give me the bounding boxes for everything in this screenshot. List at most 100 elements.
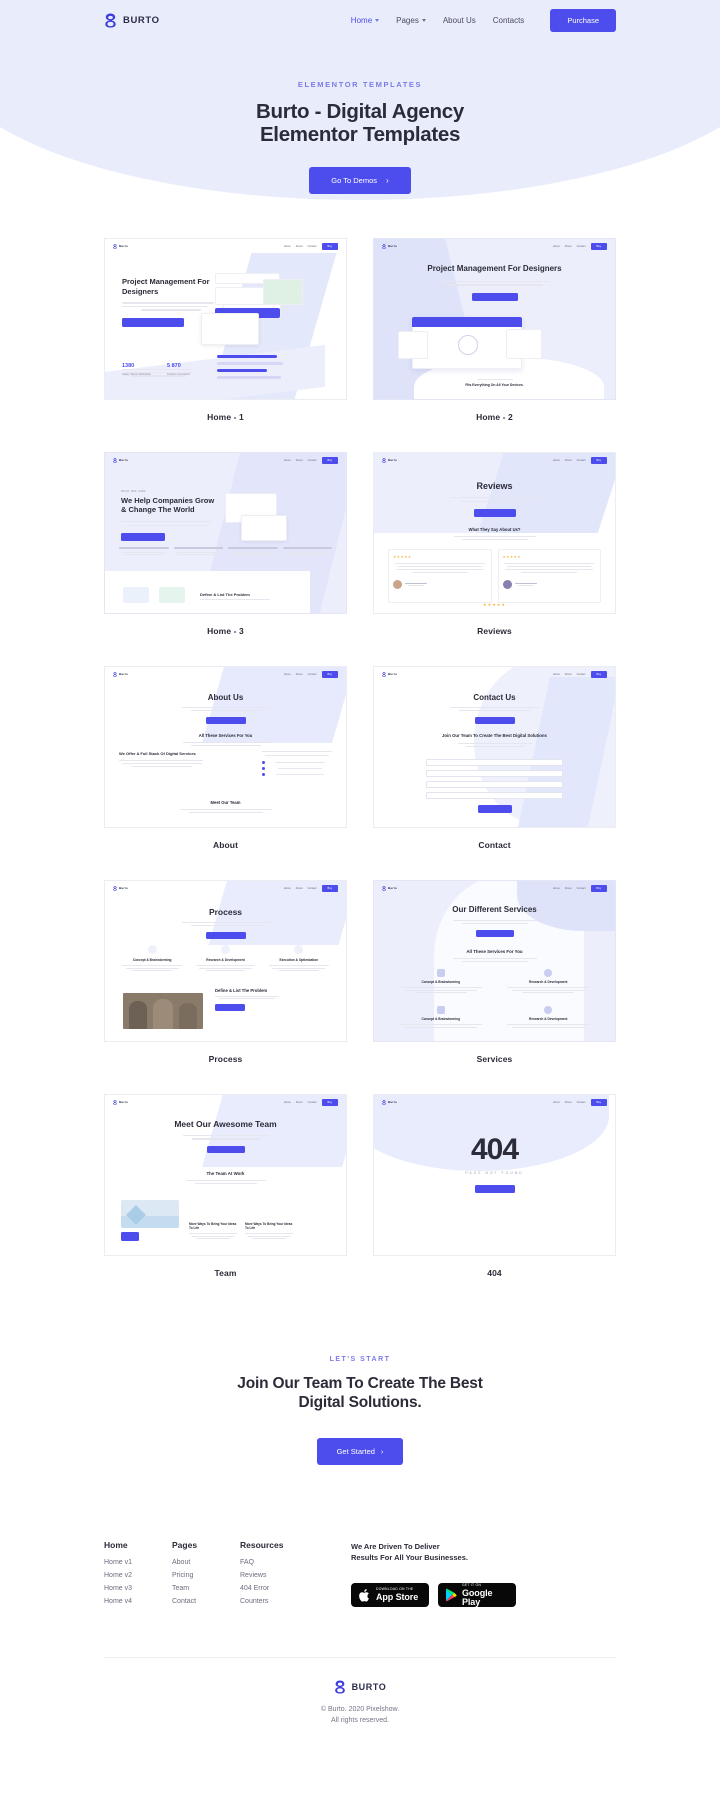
template-label: Process <box>208 1054 243 1064</box>
nav-item-about-us[interactable]: About Us <box>443 16 476 25</box>
burto-logo-icon <box>105 12 116 28</box>
template-label: Home - 1 <box>207 412 244 422</box>
copyright-line-1: © Burto. 2020 Pixelshow. <box>320 1705 400 1713</box>
preview-heading: Process <box>208 907 243 917</box>
google-play-badge[interactable]: GET IT ON Google Play <box>438 1583 516 1608</box>
template-card: Burto Home About Contact Buy Process Conce… <box>104 880 347 1064</box>
footer-link[interactable]: About <box>172 1559 240 1566</box>
copyright-line-2: All rights reserved. <box>331 1717 389 1725</box>
nav-item-home[interactable]: Home <box>350 15 380 25</box>
purchase-button[interactable]: Purchase <box>550 8 616 32</box>
google-play-icon <box>446 1588 457 1602</box>
chevron-right-icon: › <box>380 1446 384 1456</box>
preview-navbar: Burto Home About Contact Buy <box>105 1095 346 1109</box>
footer-brand-name: BURTO <box>351 1681 387 1692</box>
footer-link[interactable]: Team <box>172 1585 240 1592</box>
copyright: © Burto. 2020 Pixelshow. All rights rese… <box>0 1704 720 1727</box>
preview-navbar: Burto Home About Contact Buy <box>105 453 346 467</box>
footer-link[interactable]: Home v3 <box>104 1585 172 1592</box>
template-preview-home-3[interactable]: Burto Home About Contact Buy WHO WE ARE We… <box>104 452 347 614</box>
footer-column-title: Pages <box>172 1539 198 1550</box>
apple-icon <box>359 1588 369 1602</box>
nav-item-pages[interactable]: Pages <box>396 16 426 25</box>
chevron-right-icon: › <box>386 176 389 186</box>
lets-start-section: LET'S START Join Our Team To Create The … <box>0 1278 720 1465</box>
preview-navbar: Burto Home About Contact Buy <box>374 239 615 253</box>
nav-item-home-label: Home <box>350 15 373 25</box>
burto-logo-icon <box>334 1680 345 1694</box>
preview-navbar: Burto Home About Contact Buy <box>105 881 346 895</box>
preview-error-code: 404 <box>470 1133 519 1166</box>
template-preview-services[interactable]: Burto Home About Contact Buy Our Different… <box>373 880 616 1042</box>
template-preview-reviews[interactable]: Burto Home About Contact Buy Reviews What … <box>373 452 616 614</box>
template-card: Burto Home About Contact Buy 404 PAGE NOT … <box>373 1094 616 1278</box>
footer-tagline: We Are Driven To Deliver Results For All… <box>351 1541 516 1564</box>
template-label: 404 <box>487 1268 502 1278</box>
lets-start-title: Join Our Team To Create The Best Digital… <box>0 1374 720 1413</box>
template-preview-team[interactable]: Burto Home About Contact Buy Meet Our Awes… <box>104 1094 347 1256</box>
preview-navbar: Burto Home About Contact Buy <box>105 667 346 681</box>
hero-section: BURTO Home Pages About Us Contacts Purch… <box>0 0 720 205</box>
lets-start-eyebrow: LET'S START <box>329 1356 391 1363</box>
footer-link[interactable]: Pricing <box>172 1572 240 1579</box>
template-label: Home - 3 <box>207 626 244 636</box>
site-footer: Home Home v1 Home v2 Home v3 Home v4 Pag… <box>0 1465 720 1755</box>
template-preview-404[interactable]: Burto Home About Contact Buy 404 PAGE NOT … <box>373 1094 616 1256</box>
footer-link[interactable]: Home v2 <box>104 1572 172 1579</box>
template-card: Burto Home About Contact Buy Meet Our Awes… <box>104 1094 347 1278</box>
template-preview-process[interactable]: Burto Home About Contact Buy Process Conce… <box>104 880 347 1042</box>
footer-column-title: Home <box>104 1539 128 1550</box>
template-preview-home-2[interactable]: Burto Home About Contact Buy Project Manag… <box>373 238 616 400</box>
lets-start-title-line-2: Digital Solutions. <box>298 1394 422 1412</box>
footer-link[interactable]: FAQ <box>240 1559 308 1566</box>
nav-item-contacts[interactable]: Contacts <box>493 16 525 25</box>
preview-heading: We Help Companies Grow & Change The Worl… <box>121 496 215 515</box>
template-grid: Burto Home About Contact Buy Project Manag… <box>0 205 720 1278</box>
footer-link[interactable]: Home v1 <box>104 1559 172 1566</box>
preview-heading: Contact Us <box>473 693 516 702</box>
preview-heading: Meet Our Awesome Team <box>174 1119 277 1129</box>
footer-link[interactable]: Counters <box>240 1598 308 1605</box>
main-navbar: BURTO Home Pages About Us Contacts Purch… <box>0 0 720 40</box>
preview-error-caption: PAGE NOT FOUND <box>465 1171 524 1175</box>
badge-small-text: DOWNLOAD ON THE <box>376 1587 414 1592</box>
footer-link[interactable]: Contact <box>172 1598 240 1605</box>
template-card: Burto Home About Contact Buy Reviews What … <box>373 452 616 636</box>
template-preview-home-1[interactable]: Burto Home About Contact Buy Project Manag… <box>104 238 347 400</box>
template-preview-contact[interactable]: Burto Home About Contact Buy Contact Us Jo… <box>373 666 616 828</box>
footer-link[interactable]: 404 Error <box>240 1585 308 1592</box>
get-started-button[interactable]: Get Started › <box>316 1437 404 1465</box>
hero-title-line-1: Burto - Digital Agency <box>256 100 464 123</box>
preview-heading: About Us <box>207 693 244 702</box>
lets-start-title-line-1: Join Our Team To Create The Best <box>237 1375 483 1392</box>
preview-team-title: Meet Our Team <box>210 800 241 805</box>
preview-heading: Reviews <box>476 481 513 491</box>
brand-name: BURTO <box>123 14 160 26</box>
preview-caption: Fits Everything On All Your Devices. <box>465 383 524 387</box>
footer-column-resources: Resources FAQ Reviews 404 Error Counters <box>240 1540 308 1611</box>
template-preview-about[interactable]: Burto Home About Contact Buy About Us All … <box>104 666 347 828</box>
footer-column-pages: Pages About Pricing Team Contact <box>172 1540 240 1611</box>
footer-bottom: BURTO © Burto. 2020 Pixelshow. All right… <box>0 1658 720 1755</box>
preview-footer-title: Define & List The Problem <box>215 987 268 993</box>
template-label: Team <box>214 1268 237 1278</box>
template-card: Burto Home About Contact Buy Contact Us Jo… <box>373 666 616 850</box>
hero-title-line-2: Elementor Templates <box>259 123 461 147</box>
get-started-label: Get Started <box>336 1446 375 1456</box>
footer-column-home: Home Home v1 Home v2 Home v3 Home v4 <box>104 1540 172 1611</box>
badge-big-text: Google Play <box>462 1587 493 1607</box>
app-store-badge[interactable]: DOWNLOAD ON THE App Store <box>351 1583 429 1608</box>
badge-big-text: App Store <box>376 1592 419 1603</box>
go-to-demos-label: Go To Demos <box>331 176 378 186</box>
brand-logo[interactable]: BURTO <box>104 12 160 28</box>
chevron-down-icon <box>375 18 380 22</box>
preview-navbar: Burto Home About Contact Buy <box>374 881 615 895</box>
preview-heading: Project Management For Designers <box>122 277 210 296</box>
preview-navbar: Burto Home About Contact Buy <box>374 1095 615 1109</box>
page-title: Burto - Digital Agency Elementor Templat… <box>0 100 720 146</box>
go-to-demos-button[interactable]: Go To Demos › <box>309 167 411 195</box>
footer-link[interactable]: Reviews <box>240 1572 308 1579</box>
footer-brand-logo[interactable]: BURTO <box>334 1680 387 1694</box>
footer-link[interactable]: Home v4 <box>104 1598 172 1605</box>
preview-section-title: Join Our Team To Create The Best Digital… <box>442 733 547 738</box>
